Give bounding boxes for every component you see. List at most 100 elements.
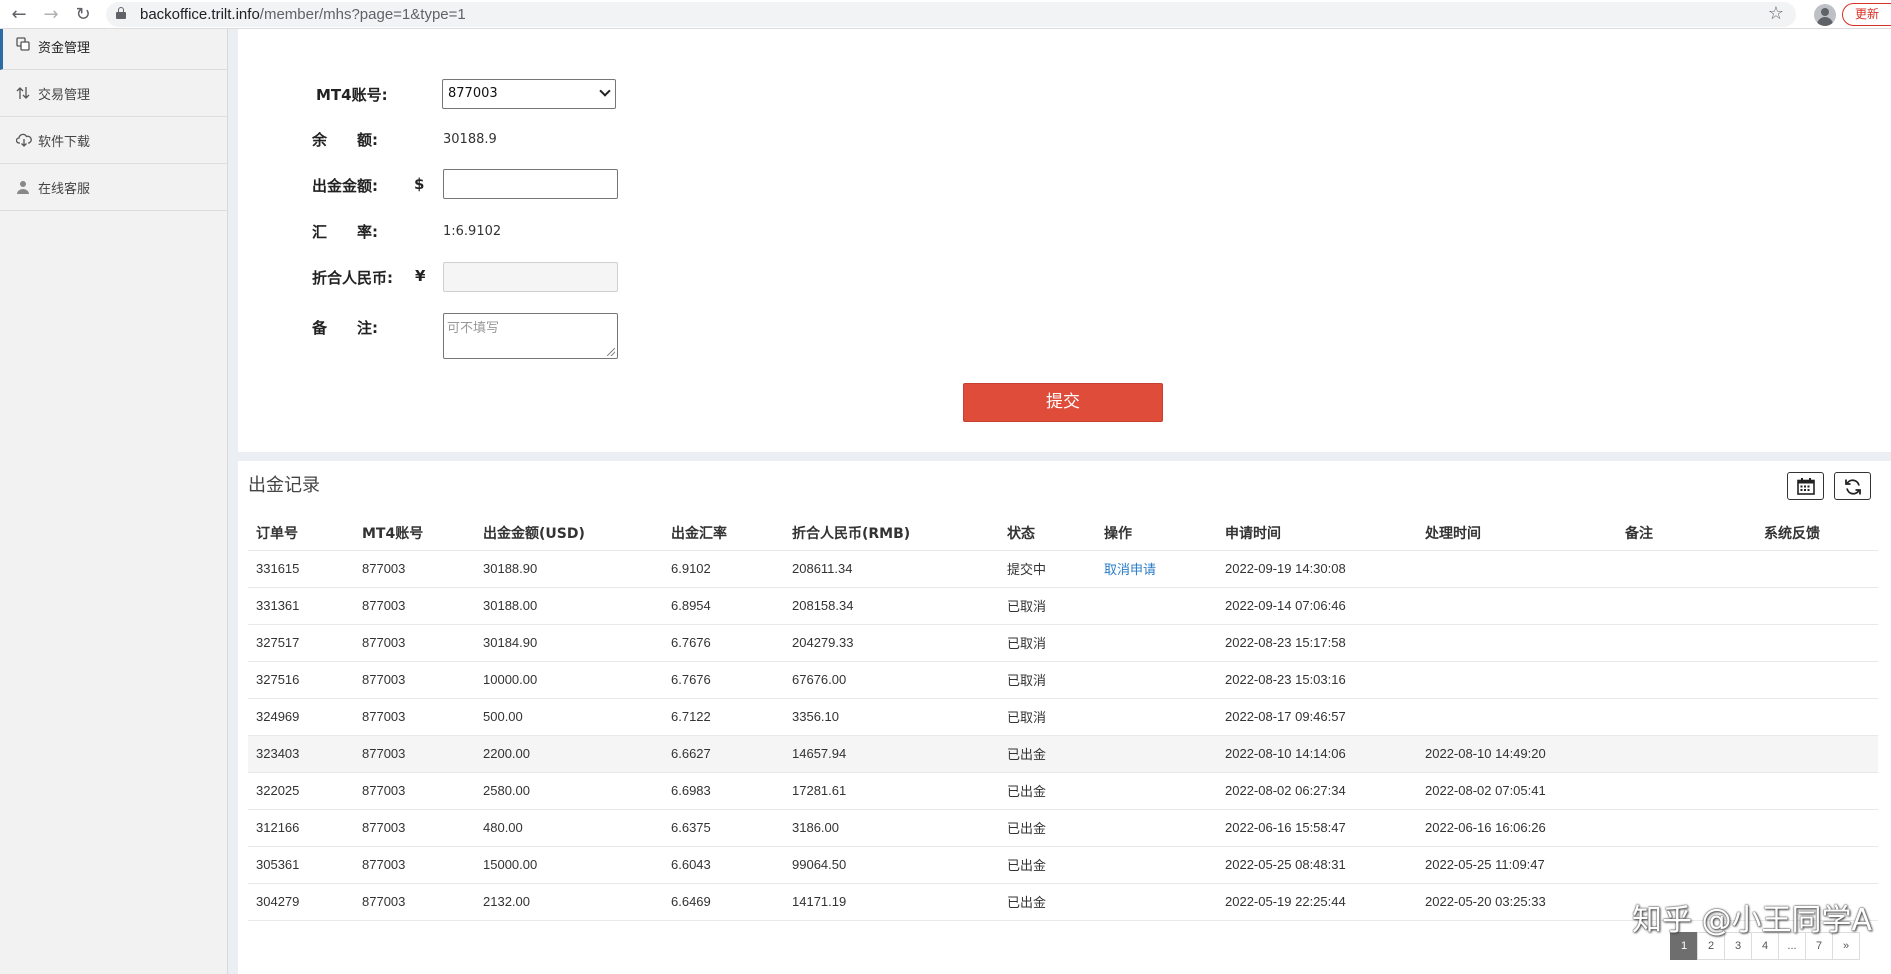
- column-header: 申请时间: [1217, 516, 1417, 551]
- table-cell: [1417, 587, 1617, 625]
- reload-icon[interactable]: ↻: [72, 4, 94, 26]
- table-cell: 305361: [248, 846, 354, 884]
- lock-icon: [116, 7, 126, 19]
- amount-label: 出金金额:: [312, 177, 378, 195]
- bookmark-star-icon[interactable]: ☆: [1768, 3, 1784, 24]
- table-cell: [1096, 698, 1217, 736]
- table-cell: 877003: [354, 846, 475, 884]
- dollar-sign: $: [414, 175, 425, 193]
- table-cell: 已出金: [999, 735, 1096, 773]
- note-label: 备 注:: [312, 319, 378, 337]
- table-cell: 6.6375: [663, 809, 784, 847]
- rate-value-row: 1:6.9102: [443, 224, 501, 239]
- account-select[interactable]: 877003: [442, 79, 616, 109]
- table-cell: 30188.00: [475, 587, 663, 625]
- table-row: 327517 877003 30184.90 6.7676 204279.33 已取消 20…: [248, 624, 1878, 662]
- table-cell: 2022-08-10 14:49:20: [1417, 735, 1617, 773]
- table-cell: 已出金: [999, 846, 1096, 884]
- column-header: 出金汇率: [663, 516, 784, 551]
- table-cell: 6.7676: [663, 624, 784, 662]
- table-cell: 6.7676: [663, 661, 784, 699]
- table-cell: [1096, 809, 1217, 847]
- table-cell: 6.6627: [663, 735, 784, 773]
- table-cell: 6.6043: [663, 846, 784, 884]
- table-cell: 已出金: [999, 809, 1096, 847]
- table-row: 327516 877003 10000.00 6.7676 67676.00 已取消 202…: [248, 661, 1878, 699]
- forward-arrow-icon[interactable]: →: [40, 4, 62, 26]
- amount-row: 出金金额:: [312, 175, 378, 196]
- table-cell: 6.6983: [663, 772, 784, 810]
- account-select-value: 877003: [448, 86, 498, 101]
- table-cell: [1617, 550, 1756, 588]
- table-cell: [1096, 661, 1217, 699]
- table-cell: 67676.00: [784, 661, 999, 699]
- submit-button[interactable]: 提交: [963, 383, 1163, 422]
- table-cell: 提交中: [999, 550, 1096, 588]
- table-cell: 2022-05-20 03:25:33: [1417, 883, 1617, 921]
- table-cell: 3186.00: [784, 809, 999, 847]
- sidebar-item-download[interactable]: 软件下载: [0, 117, 227, 164]
- table-cell: [1096, 624, 1217, 662]
- balance-value: 30188.9: [443, 132, 497, 147]
- column-header: 折合人民币(RMB): [784, 516, 999, 551]
- table-cell: 14657.94: [784, 735, 999, 773]
- table-cell: 204279.33: [784, 624, 999, 662]
- table-cell: 877003: [354, 883, 475, 921]
- calendar-button[interactable]: [1787, 472, 1824, 500]
- table-cell: 已取消: [999, 661, 1096, 699]
- table-cell: [1096, 846, 1217, 884]
- table-cell: 331361: [248, 587, 354, 625]
- column-header: 备注: [1617, 516, 1756, 551]
- user-icon: [16, 180, 30, 194]
- profile-avatar-icon[interactable]: [1814, 4, 1836, 26]
- table-cell: 322025: [248, 772, 354, 810]
- column-header: 状态: [999, 516, 1096, 551]
- table-cell: 已取消: [999, 587, 1096, 625]
- sidebar-item-trading[interactable]: 交易管理: [0, 70, 227, 117]
- resize-grip-icon[interactable]: [607, 348, 615, 356]
- table-cell: [1756, 698, 1878, 736]
- update-button[interactable]: 更新: [1842, 3, 1891, 26]
- amount-input[interactable]: [443, 169, 618, 199]
- column-header: 处理时间: [1417, 516, 1617, 551]
- table-cell: 312166: [248, 809, 354, 847]
- table-cell: 877003: [354, 661, 475, 699]
- sidebar-item-funds[interactable]: 资金管理: [0, 29, 227, 70]
- table-cell: 2580.00: [475, 772, 663, 810]
- table-cell: 323403: [248, 735, 354, 773]
- back-arrow-icon[interactable]: ←: [8, 4, 30, 26]
- table-cell: [1417, 624, 1617, 662]
- table-cell: 327517: [248, 624, 354, 662]
- table-cell: 2200.00: [475, 735, 663, 773]
- note-textarea[interactable]: 可不填写: [443, 313, 618, 359]
- table-cell: 500.00: [475, 698, 663, 736]
- rmb-row: 折合人民币:: [312, 267, 393, 288]
- sidebar-item-label: 软件下载: [38, 134, 91, 150]
- address-bar[interactable]: backoffice.trilt.info/member/mhs?page=1&…: [106, 2, 1796, 27]
- table-cell: 已取消: [999, 698, 1096, 736]
- table-cell: [1617, 587, 1756, 625]
- sidebar-item-label: 在线客服: [38, 181, 91, 197]
- table-cell: 877003: [354, 624, 475, 662]
- table-cell: [1756, 661, 1878, 699]
- table-row: 322025 877003 2580.00 6.6983 17281.61 已出金 2022…: [248, 772, 1878, 810]
- balance-value-row: 30188.9: [443, 132, 497, 147]
- rmb-label: 折合人民币:: [312, 269, 393, 287]
- rate-value: 1:6.9102: [443, 224, 502, 239]
- table-cell: 304279: [248, 883, 354, 921]
- table-cell: [1617, 735, 1756, 773]
- table-cell: [1096, 883, 1217, 921]
- table-cell: 2022-05-19 22:25:44: [1217, 883, 1417, 921]
- sidebar-item-support[interactable]: 在线客服: [0, 164, 227, 211]
- table-cell: [1417, 550, 1617, 588]
- table-cell: [1756, 624, 1878, 662]
- table-cell: 877003: [354, 735, 475, 773]
- table-cell: 877003: [354, 809, 475, 847]
- refresh-button[interactable]: [1834, 472, 1871, 500]
- table-cell: [1756, 772, 1878, 810]
- table-cell: [1756, 550, 1878, 588]
- rmb-input: [443, 262, 618, 292]
- note-placeholder: 可不填写: [447, 321, 500, 336]
- cancel-request-link[interactable]: 取消申请: [1104, 563, 1156, 578]
- table-cell: 99064.50: [784, 846, 999, 884]
